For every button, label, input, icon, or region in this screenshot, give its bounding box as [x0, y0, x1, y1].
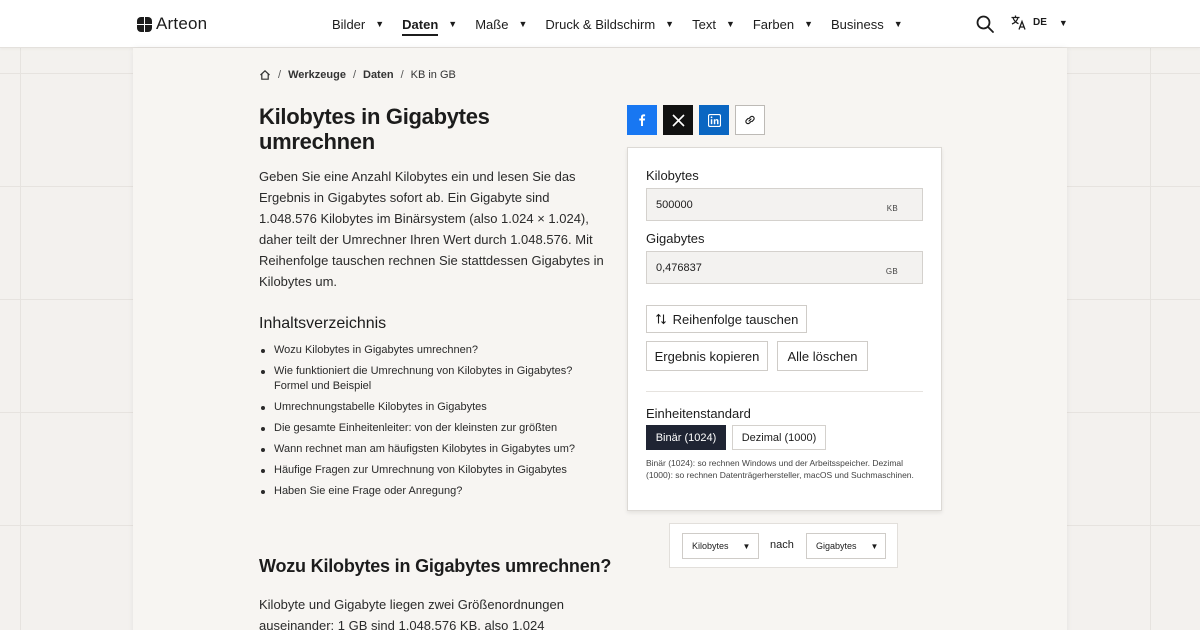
- copy-result-button[interactable]: Ergebnis kopieren: [646, 341, 768, 371]
- nav-label: Druck & Bildschirm: [545, 16, 656, 32]
- gigabytes-field-wrapper: GB: [646, 251, 923, 284]
- nav-item-text[interactable]: Text ▼: [692, 0, 735, 48]
- breadcrumb-separator: /: [400, 69, 404, 81]
- share-buttons: [627, 105, 765, 135]
- unit-selector: Kilobytes ▼ nach Gigabytes ▼: [669, 523, 898, 568]
- logo[interactable]: Arteon: [137, 14, 207, 34]
- chevron-down-icon: ▼: [665, 19, 675, 29]
- toc-item[interactable]: Umrechnungstabelle Kilobytes in Gigabyte…: [259, 400, 599, 415]
- page-title: Kilobytes in Gigabytes umrechnen: [259, 104, 490, 154]
- chevron-down-icon: ▼: [893, 19, 903, 29]
- swap-order-label: Reihenfolge tauschen: [672, 311, 799, 327]
- nav-item-daten[interactable]: Daten ▼: [402, 0, 457, 48]
- share-facebook-button[interactable]: [627, 105, 657, 135]
- clear-all-button[interactable]: Alle löschen: [777, 341, 868, 371]
- x-icon: [671, 113, 685, 127]
- breadcrumb-daten[interactable]: Daten: [363, 69, 394, 81]
- logo-text: Arteon: [156, 14, 208, 33]
- chevron-down-icon: ▼: [518, 19, 528, 29]
- nav-item-druck[interactable]: Druck & Bildschirm ▼: [545, 0, 674, 48]
- toc-item[interactable]: Häufige Fragen zur Umrechnung von Kiloby…: [259, 463, 599, 478]
- table-of-contents: Wozu Kilobytes in Gigabytes umrechnen? W…: [259, 343, 599, 505]
- chevron-down-icon: ▼: [870, 541, 879, 551]
- toc-item[interactable]: Wann rechnet man am häufigsten Kilobytes…: [259, 442, 599, 457]
- copy-result-label: Ergebnis kopieren: [654, 348, 760, 364]
- home-icon[interactable]: [259, 69, 271, 81]
- language-switcher[interactable]: DE ▼: [1010, 14, 1068, 31]
- main-nav: Bilder ▼ Daten ▼ Maße ▼ Druck & Bildschi…: [332, 0, 921, 48]
- breadcrumb-separator: /: [352, 69, 356, 81]
- toc-item[interactable]: Die gesamte Einheitenleiter: von der kle…: [259, 421, 599, 436]
- chevron-down-icon: ▼: [725, 19, 735, 29]
- breadcrumb: / Werkzeuge / Daten / KB in GB: [259, 69, 456, 81]
- chevron-down-icon: ▼: [804, 19, 813, 29]
- gigabytes-label: Gigabytes: [646, 231, 705, 246]
- nav-label: Farben: [752, 16, 795, 32]
- linkedin-icon: [707, 113, 721, 127]
- nav-label: Bilder: [332, 16, 366, 32]
- kilobytes-input[interactable]: [647, 189, 867, 220]
- gigabytes-output[interactable]: [647, 252, 867, 283]
- logo-icon: [137, 16, 152, 32]
- chevron-down-icon: ▼: [448, 19, 458, 29]
- search-icon[interactable]: [975, 14, 995, 34]
- toc-item[interactable]: Wozu Kilobytes in Gigabytes umrechnen?: [259, 343, 599, 358]
- nav-item-bilder[interactable]: Bilder ▼: [332, 0, 384, 48]
- breadcrumb-werkzeuge[interactable]: Werkzeuge: [288, 69, 346, 81]
- connector-text: nach: [770, 539, 794, 551]
- to-unit-value: Gigabytes: [816, 541, 857, 551]
- share-linkedin-button[interactable]: [699, 105, 729, 135]
- from-unit-select[interactable]: Kilobytes ▼: [682, 533, 759, 559]
- facebook-icon: [639, 114, 646, 126]
- from-unit-value: Kilobytes: [692, 541, 729, 551]
- kb-unit: KB: [886, 204, 898, 213]
- swap-icon: [655, 313, 666, 325]
- gb-unit: GB: [885, 267, 898, 276]
- converter-panel: Kilobytes KB Gigabytes GB Reihenfolge ta…: [627, 147, 942, 511]
- clear-all-label: Alle löschen: [787, 348, 858, 364]
- unit-standard-label: Einheitenstandard: [646, 406, 751, 421]
- chevron-down-icon: ▼: [375, 19, 385, 29]
- nav-item-masse[interactable]: Maße ▼: [475, 0, 527, 48]
- intro-text: Geben Sie eine Anzahl Kilobytes ein und …: [259, 169, 604, 289]
- nav-label: Maße: [475, 16, 509, 32]
- site-header: Arteon Bilder ▼ Daten ▼ Maße ▼ Druck & B…: [0, 0, 1200, 48]
- swap-order-button[interactable]: Reihenfolge tauschen: [646, 305, 807, 333]
- chevron-down-icon: ▼: [742, 541, 751, 551]
- link-icon: [745, 115, 755, 125]
- toc-item[interactable]: Haben Sie eine Frage oder Anregung?: [259, 484, 599, 499]
- nav-item-farben[interactable]: Farben ▼: [753, 0, 813, 48]
- nav-label: Daten: [402, 17, 439, 36]
- kilobytes-label: Kilobytes: [646, 168, 699, 183]
- kilobytes-field-wrapper: KB: [646, 188, 923, 221]
- divider: [646, 391, 923, 392]
- breadcrumb-current: KB in GB: [410, 69, 456, 81]
- decimal-standard-button[interactable]: Dezimal (1000): [732, 425, 826, 450]
- toc-item[interactable]: Wie funktioniert die Umrechnung von Kilo…: [259, 364, 599, 394]
- nav-item-business[interactable]: Business ▼: [831, 0, 903, 48]
- copy-link-button[interactable]: [735, 105, 765, 135]
- breadcrumb-separator: /: [278, 69, 282, 81]
- chevron-down-icon: ▼: [1058, 17, 1068, 28]
- section-title: Wozu Kilobytes in Gigabytes umrechnen?: [259, 556, 612, 576]
- unit-standard-hint: Binär (1024): so rechnen Windows und der…: [646, 458, 914, 480]
- share-x-button[interactable]: [663, 105, 693, 135]
- nav-label: Text: [692, 16, 716, 32]
- nav-label: Business: [830, 16, 884, 32]
- toc-title: Inhaltsverzeichnis: [259, 315, 387, 332]
- to-unit-select[interactable]: Gigabytes ▼: [806, 533, 886, 559]
- binary-standard-button[interactable]: Binär (1024): [646, 425, 726, 450]
- translate-icon: [1011, 15, 1026, 30]
- language-code: DE: [1033, 17, 1047, 28]
- section-text: Kilobyte und Gigabyte liegen zwei Größen…: [259, 597, 564, 630]
